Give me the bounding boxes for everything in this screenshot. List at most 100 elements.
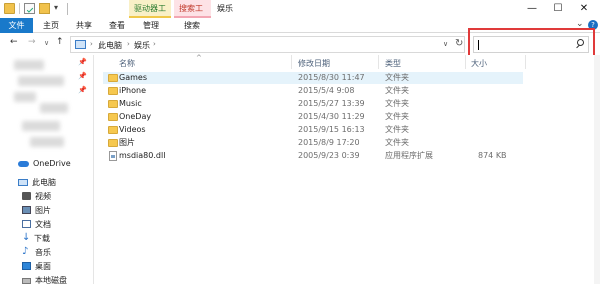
download-icon [22,231,30,244]
sidebar-item-onedrive[interactable]: OneDrive [18,157,71,170]
sidebar-item-label: 音乐 [35,248,51,257]
close-button[interactable]: ✕ [571,0,597,18]
refresh-icon[interactable]: ↻ [455,38,463,49]
properties-icon[interactable] [24,3,35,14]
folder-icon [108,87,118,95]
file-type: 文件夹 [385,73,409,82]
sidebar-item-desktop[interactable]: 桌面 [22,260,51,273]
file-type: 文件夹 [385,125,409,134]
pin-icon[interactable]: 📌 [78,58,87,66]
title-bar: ▾ 驱动器工具 搜索工具 娱乐 — ☐ ✕ [0,0,600,31]
file-name: OneDay [119,112,152,121]
search-tools-context-label: 搜索工具 [174,0,211,31]
search-input[interactable] [473,36,589,53]
address-dropdown-icon[interactable]: ∨ [443,40,448,48]
file-name: 图片 [119,138,135,147]
sidebar-item-music[interactable]: 音乐 [22,245,51,259]
computer-icon [75,40,86,49]
sidebar-item-label: 下载 [34,234,50,243]
folder-icon [108,139,118,147]
column-header-name[interactable]: 名称 [119,58,135,69]
sidebar-item-videos[interactable]: 视频 [22,190,51,203]
folder-icon [108,100,118,108]
column-header-type[interactable]: 类型 [385,58,401,69]
disk-icon [22,278,31,284]
sort-indicator-icon: ^ [196,54,202,62]
list-item[interactable]: msdia80.dll 2005/9/23 0:39 应用程序扩展 874 KB [103,150,523,162]
computer-icon [18,179,28,186]
tab-file[interactable]: 文件 [0,18,33,33]
sidebar-item-label: OneDrive [33,159,71,168]
sidebar-item-downloads[interactable]: 下载 [22,231,50,245]
folder-icon [4,3,15,14]
column-header-date[interactable]: 修改日期 [298,58,330,69]
pin-icon[interactable]: 📌 [78,72,87,80]
breadcrumb-separator[interactable]: › [153,40,156,48]
list-item[interactable]: 图片 2015/8/9 17:20 文件夹 [103,137,523,149]
tab-manage[interactable]: 管理 [136,18,166,33]
file-name: msdia80.dll [119,151,166,160]
blurred-item [18,76,64,86]
sidebar-item-pictures[interactable]: 图片 [22,204,51,217]
tab-home[interactable]: 主页 [38,18,64,33]
list-item[interactable]: iPhone 2015/5/4 9:08 文件夹 [103,85,523,97]
column-divider[interactable] [378,55,379,69]
scrollbar[interactable] [594,55,600,284]
window-title: 娱乐 [217,4,233,13]
column-divider[interactable] [525,55,526,69]
file-size: 874 KB [478,151,507,160]
pin-icon[interactable]: 📌 [78,86,87,94]
blurred-item [22,121,60,131]
sidebar-item-documents[interactable]: 文档 [22,218,51,231]
sidebar-item-this-pc[interactable]: 此电脑 [18,176,56,189]
sidebar-item-label: 桌面 [35,262,51,271]
file-type: 文件夹 [385,138,409,147]
file-date: 2015/8/9 17:20 [298,138,360,147]
tab-search[interactable]: 搜索 [179,18,205,33]
file-date: 2015/4/30 11:29 [298,112,365,121]
breadcrumb-current[interactable]: 娱乐 [134,40,150,51]
dll-file-icon [109,151,117,161]
tab-share[interactable]: 共享 [71,18,97,33]
list-item[interactable]: Games 2015/8/30 11:47 文件夹 [103,72,523,84]
back-button[interactable]: ← [10,37,18,47]
sidebar-item-label: 此电脑 [32,178,56,187]
column-header-size[interactable]: 大小 [471,58,487,69]
column-divider[interactable] [291,55,292,69]
video-icon [22,192,31,200]
blurred-item [30,137,64,147]
blurred-item [14,92,36,102]
breadcrumb-this-pc[interactable]: 此电脑 [98,40,122,51]
list-item[interactable]: Music 2015/5/27 13:39 文件夹 [103,98,523,110]
file-type: 文件夹 [385,99,409,108]
sidebar-item-label: 本地磁盘 [35,276,67,284]
sidebar-item-label: 图片 [35,206,51,215]
list-item[interactable]: Videos 2015/9/15 16:13 文件夹 [103,124,523,136]
desktop-icon [22,262,31,270]
file-list: ^ 名称 修改日期 类型 大小 Games 2015/8/30 11:47 文件… [95,54,600,284]
forward-button[interactable]: → [28,37,36,47]
breadcrumb-separator[interactable]: › [127,40,130,48]
blurred-item [14,60,44,70]
onedrive-icon [18,161,29,167]
tab-view[interactable]: 查看 [104,18,130,33]
list-item[interactable]: OneDay 2015/4/30 11:29 文件夹 [103,111,523,123]
folder-icon [108,113,118,121]
drive-tools-context-label: 驱动器工具 [129,0,171,31]
recent-locations-icon[interactable]: ∨ [44,39,49,47]
folder-icon [108,126,118,134]
file-type: 文件夹 [385,112,409,121]
up-button[interactable]: ↑ [56,37,64,47]
file-name: Videos [119,125,146,134]
maximize-button[interactable]: ☐ [545,0,571,18]
column-divider[interactable] [465,55,466,69]
sidebar-item-local-disk[interactable]: 本地磁盘 [22,274,67,284]
minimize-button[interactable]: — [519,0,545,18]
breadcrumb-separator[interactable]: › [90,40,93,48]
address-bar[interactable]: › 此电脑 › 娱乐 › ∨ ↻ [70,36,465,53]
navigation-pane: 📌 📌 📌 OneDrive 此电脑 视频 图片 文档 下载 音乐 桌面 本地磁… [0,55,94,284]
search-icon[interactable] [575,39,585,49]
new-folder-icon[interactable] [39,3,50,14]
divider [67,3,68,15]
quick-access-dropdown-icon[interactable]: ▾ [54,3,58,12]
